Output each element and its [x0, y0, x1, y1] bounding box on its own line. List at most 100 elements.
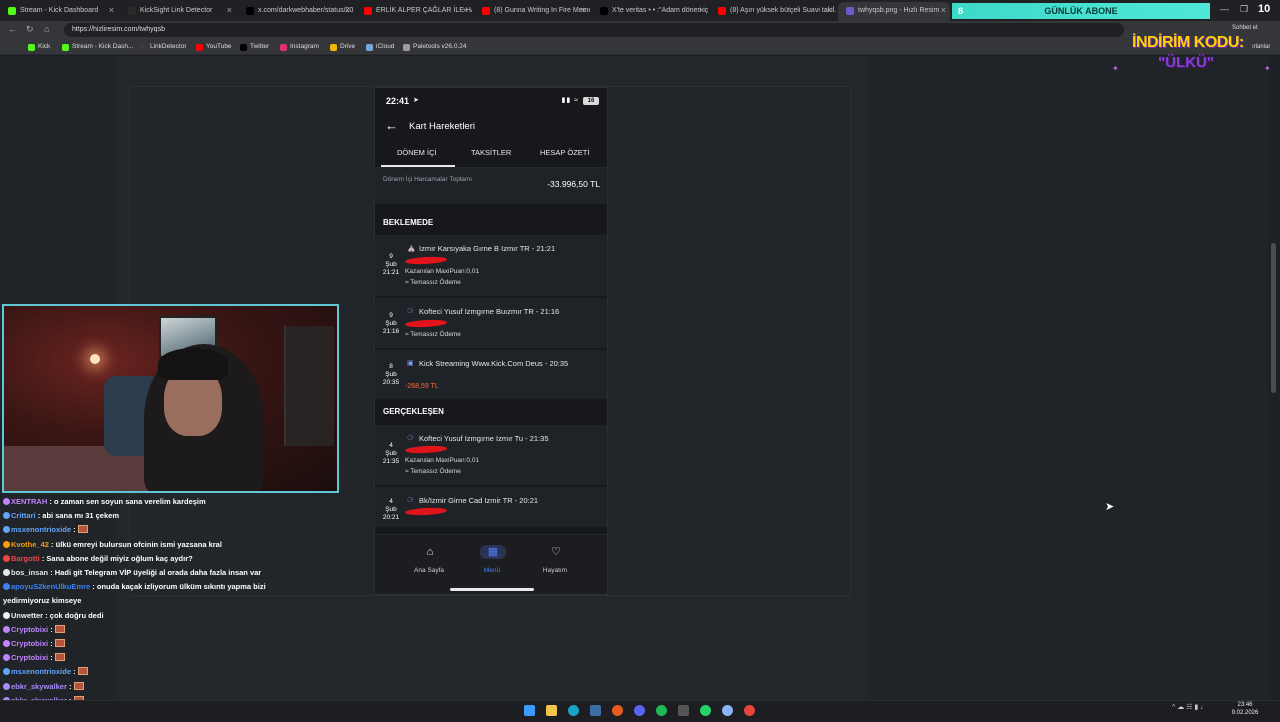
- close-tab-icon[interactable]: ×: [463, 5, 468, 15]
- transaction-row[interactable]: 9 Şub 21:16 ⚆ Kofteci Yusuf Izmgırne Buızm…: [375, 298, 607, 349]
- chat-username[interactable]: Cryptobixi: [11, 625, 48, 634]
- daily-subscriber-banner: 8 GÜNLÜK ABONE: [952, 3, 1210, 19]
- chat-message: Cryptobixi :: [3, 651, 65, 665]
- chat-username[interactable]: Unwetter: [11, 611, 43, 620]
- chat-username[interactable]: Kvothe_42: [11, 540, 49, 549]
- chat-username[interactable]: Cryptobixi: [11, 653, 48, 662]
- transaction-row[interactable]: 4 Şub 21:35 ⚆ Kofteci Yusuf Izmgırne Izmır…: [375, 425, 607, 486]
- transaction-row[interactable]: 8 Şub 20:35 ▣ Kick Streaming Www.Kick.Com …: [375, 350, 607, 400]
- chat-badge-icon: [3, 640, 10, 647]
- browser-tab[interactable]: KickSight Link Detector ×: [120, 2, 236, 21]
- close-tab-icon[interactable]: ×: [699, 5, 704, 15]
- tab-donem-ici[interactable]: DÖNEM İÇİ: [397, 148, 437, 157]
- sparkle-icon: ✦: [1264, 64, 1271, 73]
- whatsapp-icon[interactable]: [700, 705, 711, 716]
- transaction-row[interactable]: 4 Şub 20:21 ⚆ Bk/Izmir Girne Cad Izmir TR …: [375, 487, 607, 528]
- windows-start-icon[interactable]: [524, 705, 535, 716]
- bookmark-item[interactable]: LinkDetector: [140, 43, 187, 51]
- settings-icon[interactable]: [722, 705, 733, 716]
- edge-icon[interactable]: [568, 705, 579, 716]
- tab-label: X'te veritas • • :"Adam döneri içiyo...: [612, 7, 708, 14]
- promo-line-1: İNDİRİM KODU:: [1132, 34, 1244, 51]
- back-icon[interactable]: ←: [8, 24, 17, 34]
- chrome-icon[interactable]: [744, 705, 755, 716]
- tab-hesap-ozeti[interactable]: HESAP ÖZETİ: [540, 148, 589, 157]
- minimize-icon[interactable]: —: [1220, 4, 1229, 14]
- mouse-cursor-icon: ➤: [1105, 501, 1115, 513]
- browser-tab[interactable]: (8) Aşırı yüksek bütçeli Suavi takil... ×: [710, 2, 836, 21]
- steam-icon[interactable]: [590, 705, 601, 716]
- favicon-icon: [846, 7, 854, 15]
- bookmark-item[interactable]: iCloud: [366, 43, 394, 51]
- chat-badge-icon: [3, 611, 10, 619]
- close-tab-icon[interactable]: ×: [941, 5, 946, 15]
- browser-icon[interactable]: [612, 705, 623, 716]
- file-explorer-icon[interactable]: [546, 705, 557, 716]
- scrollbar-thumb[interactable]: [1271, 243, 1276, 393]
- browser-tab[interactable]: twhyqsb.png - Hızlı Resim ×: [838, 2, 950, 21]
- chat-username[interactable]: Bargotti: [11, 554, 40, 563]
- chat-message: msxenontrioxide :: [3, 665, 88, 679]
- browser-tab[interactable]: (8) Gunna Writing In Fire Meme T...×: [474, 2, 590, 21]
- webcam-overlay: [2, 304, 339, 493]
- subscriber-banner-label: GÜNLÜK ABONE: [1044, 6, 1118, 16]
- tab-taksitler[interactable]: TAKSİTLER: [471, 148, 511, 157]
- address-bar[interactable]: https://hizliresim.com/twhyqsb: [64, 23, 1124, 37]
- maximize-icon[interactable]: ❐: [1240, 4, 1248, 15]
- tab-label: (8) Gunna Writing In Fire Meme T...: [494, 7, 590, 14]
- back-arrow-icon[interactable]: ←: [385, 118, 398, 133]
- chat-badge-icon: [3, 512, 10, 520]
- bookmark-item[interactable]: Paletools v26.0.24: [403, 43, 466, 51]
- subscriber-count: 10: [1258, 3, 1271, 15]
- browser-tab[interactable]: x.com/darkwebhaber/status/2020...×: [238, 2, 354, 21]
- transaction-date: 8 Şub 20:35: [382, 363, 400, 386]
- close-tab-icon[interactable]: ×: [109, 5, 114, 15]
- maxipuan-earned: Kazanılan MaxiPuan:0,01: [405, 268, 480, 275]
- browser-tab[interactable]: X'te veritas • • :"Adam döneri içiyo...×: [592, 2, 708, 21]
- phone-bottom-nav: ⌂ Ana Sayfa ▦ Menü ♡ Hayatım: [375, 534, 607, 594]
- store-icon: ⛪: [407, 245, 416, 252]
- browser-tab[interactable]: Stream - Kick Dashboard ×: [0, 2, 118, 21]
- bookmark-item[interactable]: YouTube: [196, 43, 232, 51]
- merchant-name: Kofteci Yusuf Izmgırne Buızmır TR - 21:1…: [419, 307, 560, 316]
- chat-username[interactable]: msxenontrioxide: [11, 525, 71, 534]
- home-icon[interactable]: ⌂: [44, 24, 49, 34]
- chat-username[interactable]: Cryptobixi: [11, 639, 48, 648]
- home-icon: ⌂: [426, 546, 434, 558]
- chat-username[interactable]: apoyuS2kenUlkuEmre: [11, 582, 90, 591]
- system-tray[interactable]: ^ ☁ ☵ ▮ ♩: [1172, 703, 1207, 711]
- reload-icon[interactable]: ↻: [26, 24, 34, 35]
- chat-message: Bargotti : Sana abone değil miyiz oğlum …: [3, 552, 193, 566]
- close-tab-icon[interactable]: ×: [345, 5, 350, 15]
- transaction-date: 9 Şub 21:21: [382, 253, 400, 276]
- chat-username[interactable]: Crittari: [11, 511, 36, 520]
- section-completed: GERÇEKLEŞEN: [383, 407, 444, 416]
- chat-message: XENTRAH : o zaman sen soyun sana verelim…: [3, 495, 206, 509]
- close-tab-icon[interactable]: ×: [227, 5, 232, 15]
- bookmark-label: Twitter: [250, 43, 270, 50]
- clock-time: 23:46: [1237, 702, 1253, 708]
- chat-badge-icon: [3, 526, 10, 534]
- chat-username[interactable]: ebkr_skywalker: [11, 682, 67, 691]
- bookmark-item[interactable]: Kick: [28, 43, 50, 51]
- transaction-row[interactable]: 9 Şub 21:21 ⛪ Izmır Karsıyaka Gırne B Izmı…: [375, 235, 607, 297]
- bookmark-item[interactable]: Twitter: [240, 43, 270, 51]
- spotify-icon[interactable]: [656, 705, 667, 716]
- close-tab-icon[interactable]: ×: [581, 5, 586, 15]
- period-total-label: Dönem İçi Harcamalar Toplamı: [383, 176, 473, 183]
- discord-icon[interactable]: [634, 705, 645, 716]
- chat-message: Cryptobixi :: [3, 623, 65, 637]
- phone-tabs: DÖNEM İÇİ TAKSİTLER HESAP ÖZETİ: [375, 140, 607, 168]
- chat-username[interactable]: msxenontrioxide: [11, 667, 71, 676]
- browser-tab[interactable]: ERLİK ALPER ÇAĞLAR İLE HASBIH...×: [356, 2, 472, 21]
- taskbar-clock[interactable]: 23:46 9.02.2026: [1228, 701, 1262, 717]
- close-tab-icon[interactable]: ×: [827, 5, 832, 15]
- taskbar: [0, 700, 1280, 720]
- bookmark-item[interactable]: Instagram: [280, 43, 319, 51]
- chat-username[interactable]: bos_insan: [11, 568, 48, 577]
- bookmark-item[interactable]: Drive: [330, 43, 355, 51]
- bookmark-icon: [240, 44, 247, 51]
- app-icon[interactable]: [678, 705, 689, 716]
- chat-username[interactable]: XENTRAH: [11, 497, 47, 506]
- bookmark-item[interactable]: Stream - Kick Dash...: [62, 43, 133, 51]
